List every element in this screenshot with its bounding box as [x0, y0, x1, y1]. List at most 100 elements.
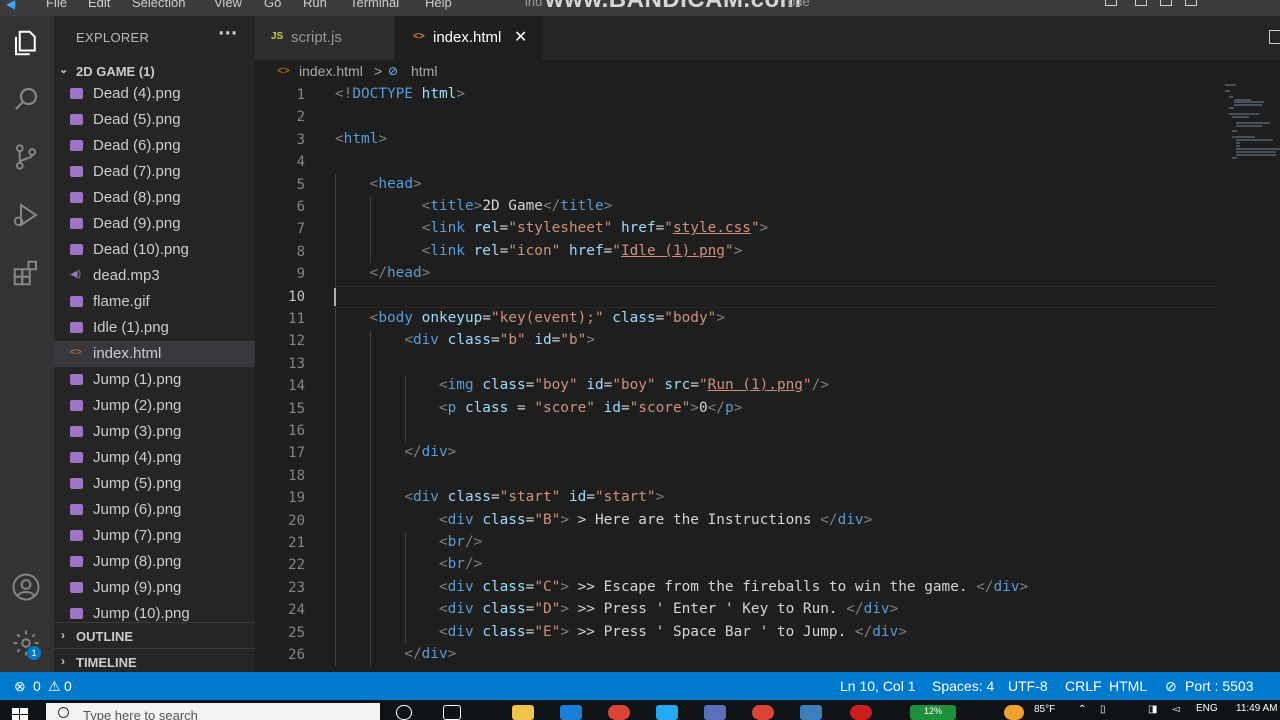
errors-icon[interactable]: ⊗	[14, 678, 26, 695]
run-debug-icon[interactable]	[9, 198, 43, 232]
file-explorer-icon[interactable]	[512, 705, 534, 720]
code-line[interactable]: <link rel="icon" href="Idle (1).png">	[335, 243, 743, 259]
accounts-icon[interactable]	[9, 570, 43, 604]
split-editor-icon[interactable]	[1269, 30, 1280, 44]
file-item[interactable]: flame.gif	[54, 289, 255, 315]
file-item[interactable]: Jump (5).png	[54, 471, 255, 497]
breadcrumb-file[interactable]: index.html	[299, 63, 363, 79]
file-item[interactable]: Dead (4).png	[54, 81, 255, 107]
warnings-icon[interactable]: ⚠	[48, 678, 61, 695]
code-line[interactable]: </div>	[335, 646, 456, 662]
file-item[interactable]: Dead (10).png	[54, 237, 255, 263]
layout-toggle-icon[interactable]	[1105, 0, 1117, 6]
folder-2d-game[interactable]: ⌄ 2D GAME (1)	[54, 61, 255, 83]
file-item[interactable]: Jump (1).png	[54, 367, 255, 393]
tray-chevron-icon[interactable]: ⌃	[1078, 704, 1086, 715]
temperature[interactable]: 85°F	[1034, 704, 1055, 715]
file-item[interactable]: Dead (5).png	[54, 107, 255, 133]
layout-grid-icon[interactable]	[1185, 0, 1197, 6]
tab-index-html[interactable]: <> index.html ✕	[395, 16, 542, 60]
tab-script-js[interactable]: JS script.js	[255, 16, 394, 60]
live-server-icon[interactable]: ⊘	[1165, 678, 1177, 695]
volume-icon[interactable]: ◨	[1148, 704, 1157, 715]
menu-selection[interactable]: Selection	[132, 0, 185, 10]
code-line[interactable]: <div class="start" id="start">	[335, 489, 664, 505]
code-line[interactable]: <div class="b" id="b">	[335, 332, 595, 348]
menu-view[interactable]: View	[214, 0, 242, 10]
code-line[interactable]: <head>	[335, 176, 422, 192]
code-line[interactable]: <div class="D"> >> Press ' Enter ' Key t…	[335, 601, 898, 617]
outline-section[interactable]: › OUTLINE	[54, 622, 255, 648]
code-line[interactable]: <br/>	[335, 556, 482, 572]
settings-gear-icon[interactable]: 1	[9, 626, 43, 660]
file-item[interactable]: Jump (9).png	[54, 575, 255, 601]
code-line[interactable]: </head>	[335, 265, 431, 281]
chrome-icon[interactable]	[608, 705, 630, 720]
more-actions-icon[interactable]: ···	[218, 24, 237, 44]
layout-sidebar-icon[interactable]	[1160, 0, 1172, 6]
close-tab-icon[interactable]: ✕	[514, 27, 527, 47]
cursor-position[interactable]: Ln 10, Col 1	[840, 678, 916, 694]
windows-start-icon[interactable]	[12, 707, 28, 720]
clock[interactable]: 11:49 AM	[1236, 703, 1278, 714]
file-item[interactable]: Jump (8).png	[54, 549, 255, 575]
file-item[interactable]: ◀) dead.mp3	[54, 263, 255, 289]
file-item[interactable]: Idle (1).png	[54, 315, 255, 341]
indentation[interactable]: Spaces: 4	[932, 678, 994, 694]
code-line[interactable]: <p class = "score" id="score">0</p>	[335, 400, 742, 416]
speaker-icon[interactable]: ◅	[1172, 704, 1180, 715]
weather-icon[interactable]	[1004, 705, 1024, 720]
taskbar-search[interactable]: Type here to search	[46, 703, 380, 720]
breadcrumb-symbol[interactable]: html	[411, 63, 437, 79]
code-line[interactable]: <body onkeyup="key(event);" class="body"…	[335, 310, 725, 326]
code-line[interactable]: <div class="B"> > Here are the Instructi…	[335, 512, 872, 528]
warning-count[interactable]: 0	[64, 678, 72, 694]
file-item[interactable]: Jump (4).png	[54, 445, 255, 471]
explorer-icon[interactable]	[9, 26, 43, 60]
menu-run[interactable]: Run	[303, 0, 327, 10]
minimap[interactable]	[1225, 84, 1280, 164]
error-count[interactable]: 0	[33, 678, 41, 694]
calculator-icon[interactable]	[800, 705, 822, 720]
timeline-section[interactable]: › TIMELINE	[54, 648, 255, 674]
menu-terminal[interactable]: Terminal	[350, 0, 399, 10]
file-item[interactable]: Jump (2).png	[54, 393, 255, 419]
code-line[interactable]: <!DOCTYPE html>	[335, 86, 465, 102]
file-item[interactable]: Jump (3).png	[54, 419, 255, 445]
code-line[interactable]: <link rel="stylesheet" href="style.css">	[335, 220, 769, 236]
app-icon[interactable]	[704, 705, 726, 720]
code-editor[interactable]: 1 <!DOCTYPE html> 2 3 <html> 4 5 <head> 6 <titl…	[255, 84, 1280, 672]
network-icon[interactable]: ▯	[1100, 704, 1106, 715]
bandicam-icon[interactable]	[850, 705, 872, 720]
task-view-icon[interactable]	[443, 705, 461, 720]
layout-panel-icon[interactable]	[1135, 0, 1147, 6]
file-item[interactable]: Dead (7).png	[54, 159, 255, 185]
live-server-port[interactable]: Port : 5503	[1185, 678, 1254, 694]
code-line[interactable]: <br/>	[335, 534, 482, 550]
file-item[interactable]: Dead (9).png	[54, 211, 255, 237]
file-item[interactable]: Dead (6).png	[54, 133, 255, 159]
line-endings[interactable]: CRLF	[1065, 678, 1102, 694]
input-language[interactable]: ENG	[1196, 703, 1218, 714]
code-line[interactable]: <div class="C"> >> Escape from the fireb…	[335, 579, 1028, 595]
language-mode[interactable]: HTML	[1109, 678, 1147, 694]
vscode-taskbar-icon[interactable]	[656, 705, 678, 720]
encoding[interactable]: UTF-8	[1008, 678, 1048, 694]
menu-file[interactable]: File	[46, 0, 67, 10]
chrome-profile-icon[interactable]	[752, 705, 774, 720]
cortana-icon[interactable]	[396, 705, 412, 720]
menu-help[interactable]: Help	[425, 0, 452, 10]
code-line[interactable]: <title>2D Game</title>	[335, 198, 613, 214]
source-control-icon[interactable]	[9, 140, 43, 174]
extensions-icon[interactable]	[9, 256, 43, 290]
menu-edit[interactable]: Edit	[88, 0, 110, 10]
file-item[interactable]: Dead (8).png	[54, 185, 255, 211]
file-item[interactable]: Jump (6).png	[54, 497, 255, 523]
code-line[interactable]: <html>	[335, 131, 387, 147]
file-item[interactable]: <> index.html	[54, 341, 255, 367]
code-line[interactable]: <div class="E"> >> Press ' Space Bar ' t…	[335, 624, 907, 640]
menu-go[interactable]: Go	[264, 0, 281, 10]
code-line[interactable]: <img class="boy" id="boy" src="Run (1).p…	[335, 377, 829, 393]
file-item[interactable]: Jump (7).png	[54, 523, 255, 549]
code-line[interactable]: </div>	[335, 444, 456, 460]
